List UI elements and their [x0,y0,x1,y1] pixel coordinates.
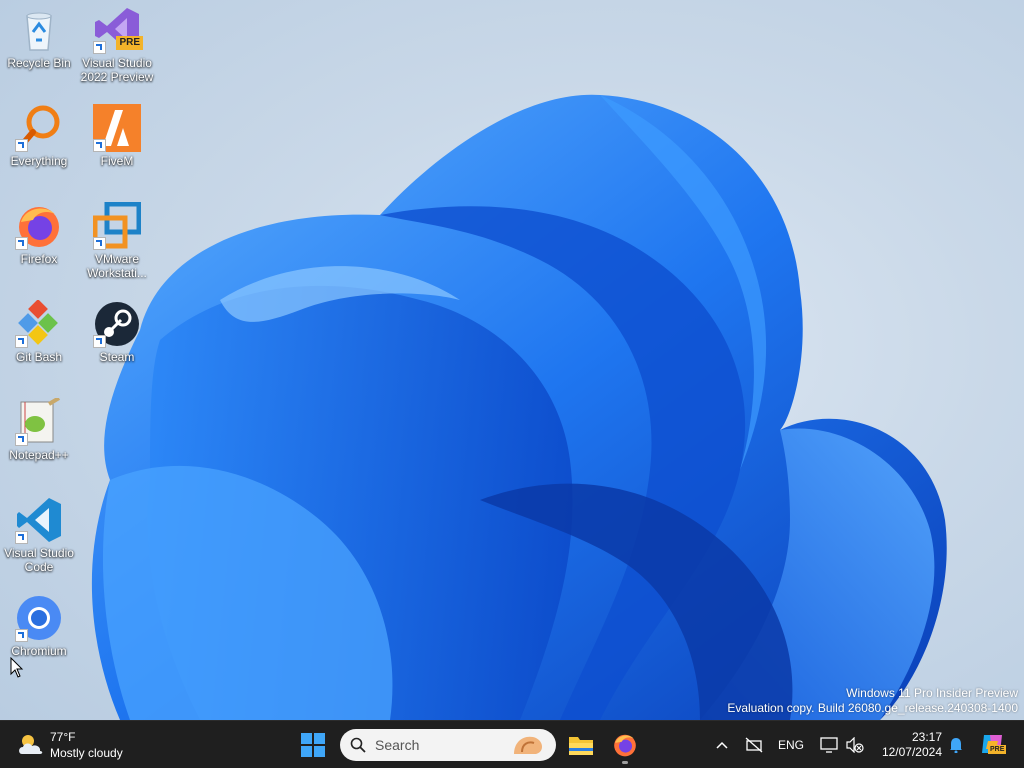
taskbar-app-firefox[interactable] [607,727,643,764]
chevron-up-icon[interactable] [716,741,728,749]
desktop-icon-steam[interactable]: Steam [79,300,155,364]
active-app-indicator [622,761,628,764]
clock-time: 23:17 [911,730,942,744]
firefox-icon [614,734,636,757]
desktop-icon-label: FiveM [100,154,134,168]
desktop-icon-label: Everything [10,154,68,168]
desktop-icon-label: Git Bash [15,350,63,364]
shortcut-arrow-icon [93,335,106,348]
clock[interactable]: 23:17 12/07/2024 [868,730,942,760]
desktop-icon-label: Firefox [20,252,58,266]
shortcut-arrow-icon [15,629,28,642]
taskbar-app-file-explorer[interactable] [563,727,599,763]
weather-condition: Mostly cloudy [50,746,123,760]
desktop-icon-chromium[interactable]: Chromium [1,594,77,658]
shortcut-arrow-icon [15,139,28,152]
desktop-icon-recycle-bin[interactable]: Recycle Bin [1,6,77,70]
desktop-icon-notepad-plus-plus[interactable]: Notepad++ [1,396,77,462]
cloudy-weather-icon [19,735,43,754]
shortcut-arrow-icon [93,237,106,250]
desktop-icon-vscode[interactable]: Visual Studio Code [1,496,77,574]
desktop-icon-firefox[interactable]: Firefox [1,202,77,266]
volume-muted-icon[interactable] [846,737,864,753]
desktop-icon-vmware[interactable]: VMware Workstati... [79,201,155,280]
network-disconnected-icon[interactable] [745,737,763,753]
desktop-icon-everything[interactable]: Everything [1,104,77,168]
desktop-icon-git-bash[interactable]: Git Bash [1,299,77,364]
pre-badge: PRE [116,36,143,50]
watermark-line-1: Windows 11 Pro Insider Preview [846,686,1018,700]
clock-date: 12/07/2024 [881,745,942,759]
watermark-line-2: Evaluation copy. Build 26080.ge_release.… [727,701,1018,715]
file-explorer-icon [569,737,593,755]
recycle-bin-icon [26,12,52,51]
copilot-button[interactable]: PRE [980,733,1007,757]
shortcut-arrow-icon [15,531,28,544]
desktop-icon-label: Steam [99,350,135,364]
desktop-icon-label: Recycle Bin [7,56,71,70]
mouse-cursor-icon [10,657,24,678]
shortcut-arrow-icon [15,237,28,250]
input-language-indicator[interactable]: ENG [778,738,804,752]
desktop-icon-label: Visual Studio Code [4,546,74,574]
shortcut-arrow-icon [15,433,28,446]
search-placeholder: Search [375,737,420,753]
windows-start-icon [301,733,325,757]
desktop-icon-visual-studio-preview[interactable]: PRE Visual Studio 2022 Preview [79,6,155,84]
search-icon [350,737,366,753]
weather-temperature: 77°F [50,730,76,744]
desktop-icon-label: Visual Studio 2022 Preview [80,56,154,84]
desktop[interactable]: Recycle Bin PRE Visual Studio 2022 Previ… [0,0,1024,720]
desktop-icon-fivem[interactable]: FiveM [79,104,155,168]
taskbar-search-box[interactable]: Search [340,729,556,761]
taskbar: 77°F Mostly cloudy Search ENG 23:17 12/0… [0,720,1024,768]
shortcut-arrow-icon [15,335,28,348]
evaluation-watermark: Windows 11 Pro Insider Preview Evaluatio… [727,686,1018,716]
desktop-icon-label: VMware Workstati... [87,252,147,280]
shortcut-arrow-icon [93,139,106,152]
bell-icon[interactable] [949,737,963,753]
desktop-icon-label: Notepad++ [9,448,69,462]
desktop-icon-label: Chromium [11,644,67,658]
start-button[interactable] [295,727,331,763]
search-highlight-icon [514,736,542,754]
copilot-pre-badge: PRE [988,745,1007,754]
weather-widget[interactable]: 77°F Mostly cloudy [14,727,144,763]
display-icon[interactable] [820,737,838,753]
shortcut-arrow-icon [93,41,106,54]
